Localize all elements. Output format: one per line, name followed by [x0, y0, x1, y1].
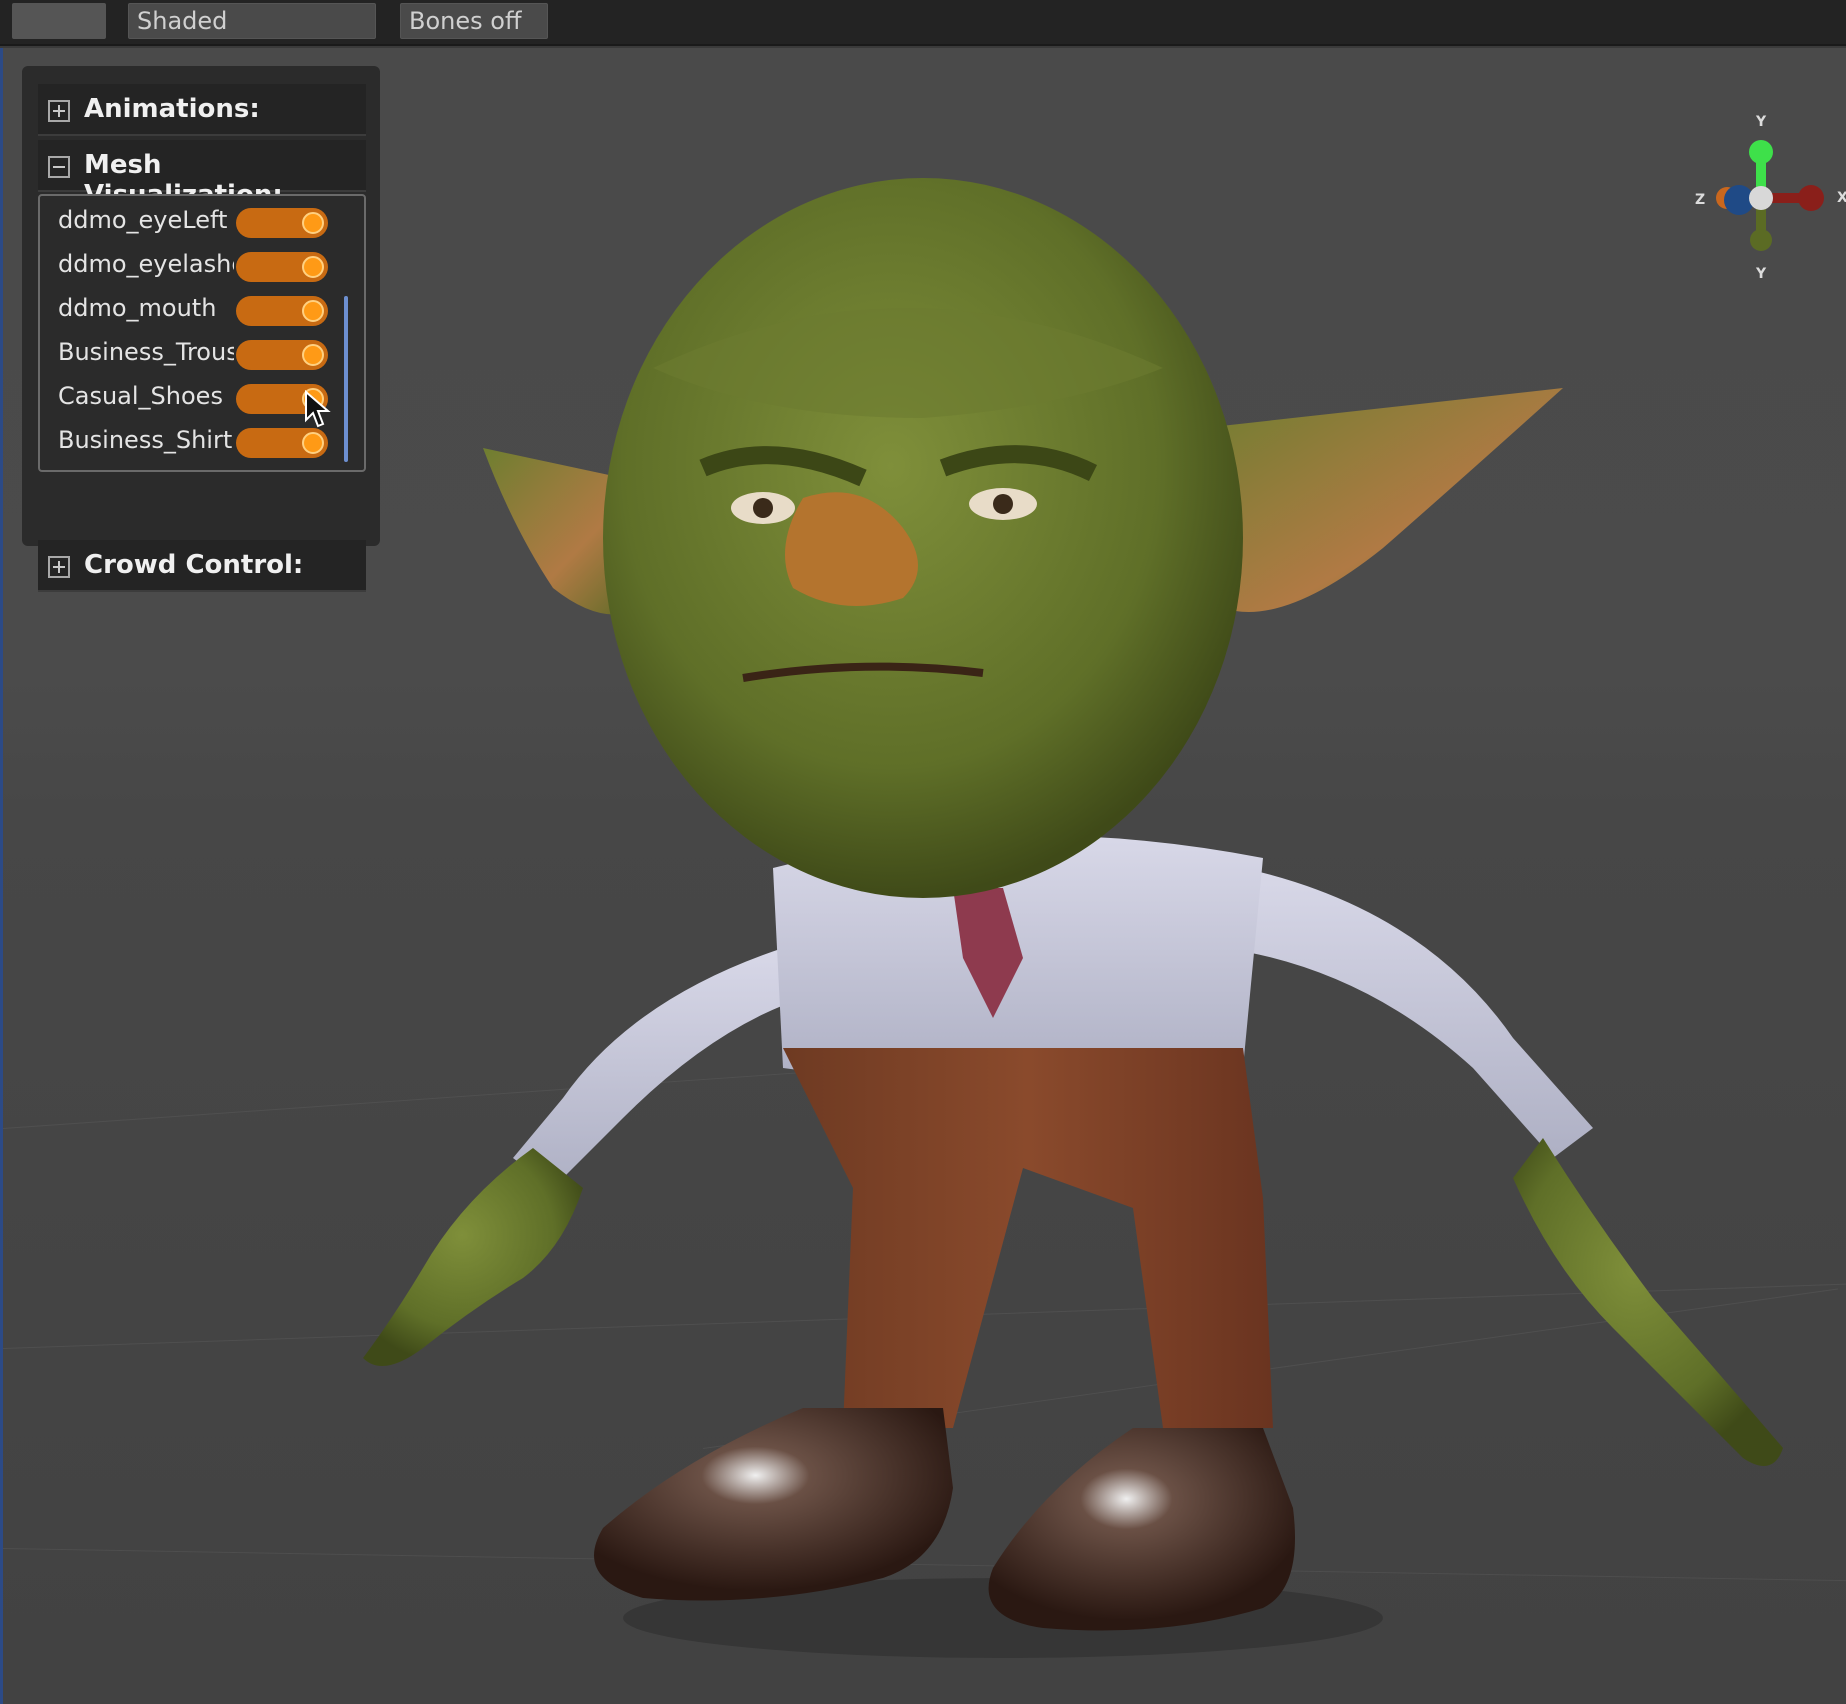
toggle-knob [302, 344, 324, 366]
toolbar-blank-button[interactable] [12, 3, 106, 39]
crowd-control-section-header[interactable]: Crowd Control: [38, 540, 366, 592]
mesh-visualization-section-header[interactable]: Mesh Visualization: [38, 140, 366, 210]
mesh-visibility-toggle[interactable] [236, 252, 328, 282]
mesh-visibility-toggle[interactable] [236, 208, 328, 238]
mesh-visibility-toggle[interactable] [236, 340, 328, 370]
animations-section-header[interactable]: Animations: [38, 84, 366, 136]
goblin-character-model[interactable] [303, 168, 1803, 1704]
expand-icon[interactable] [48, 100, 70, 122]
axis-label-y-bottom: Y [1756, 266, 1767, 282]
mesh-label: Business_Trousers [58, 338, 234, 366]
toggle-knob [302, 300, 324, 322]
mesh-label: ddmo_mouth [58, 294, 217, 322]
mesh-list-scrollbar[interactable] [344, 296, 348, 462]
mesh-row-ddmo-mouth: ddmo_mouth [40, 288, 350, 332]
axis-label-y-top: Y [1756, 114, 1767, 130]
expand-icon[interactable] [48, 556, 70, 578]
scene-options-panel: Animations: Mesh Visualization: ddmo_eye… [22, 66, 380, 592]
orientation-gizmo[interactable]: Y Y X Z [1687, 114, 1846, 284]
mesh-label: Business_Shirt [58, 426, 233, 454]
mesh-visibility-list: ddmo_eyeLeft ddmo_eyelashes ddmo_mouth B… [38, 194, 366, 472]
toggle-knob [302, 432, 324, 454]
animations-section-title: Animations: [84, 94, 260, 124]
axis-label-z: Z [1695, 192, 1706, 208]
mesh-visibility-toggle[interactable] [236, 428, 328, 458]
mesh-label: ddmo_eyelashes [58, 250, 234, 278]
bones-mode-dropdown[interactable]: Bones off [400, 3, 548, 39]
mouse-cursor-icon [305, 390, 331, 428]
mesh-label: ddmo_eyeLeft [58, 206, 228, 234]
mesh-row-ddmo-eyelashes: ddmo_eyelashes [40, 244, 350, 288]
toggle-knob [302, 212, 324, 234]
viewport-toolbar: Shaded Bones off [0, 0, 1846, 46]
collapse-icon[interactable] [48, 156, 70, 178]
axis-label-x: X [1837, 190, 1846, 206]
mesh-row-ddmo-eyeleft: ddmo_eyeLeft [40, 200, 350, 244]
mesh-row-business-trousers: Business_Trousers [40, 332, 350, 376]
mesh-visibility-toggle[interactable] [236, 296, 328, 326]
mesh-label: Casual_Shoes [58, 382, 223, 410]
crowd-control-section-title: Crowd Control: [84, 550, 304, 580]
axis-gizmo-graphic [1716, 140, 1824, 251]
shading-mode-dropdown[interactable]: Shaded [128, 3, 376, 39]
toggle-knob [302, 256, 324, 278]
